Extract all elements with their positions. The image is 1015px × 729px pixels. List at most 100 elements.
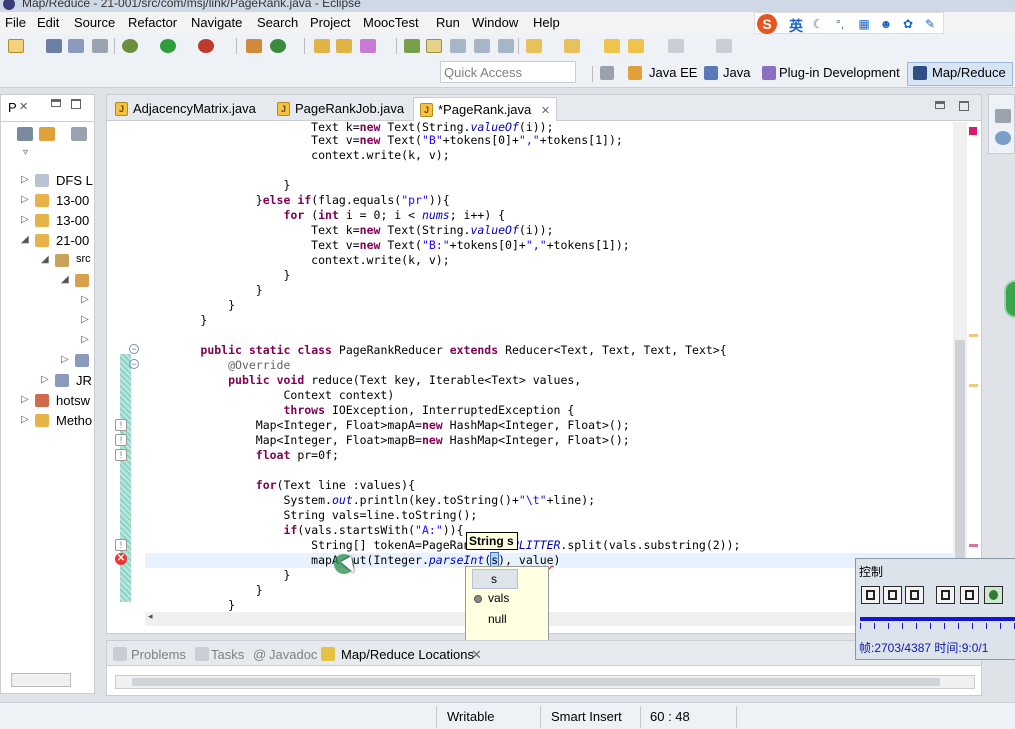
tab-pagerank-job[interactable]: J PageRankJob.java: [271, 97, 410, 121]
tree-item-project[interactable]: ▷ Metho: [1, 411, 94, 431]
chevron-right-icon[interactable]: ▷: [21, 214, 29, 225]
perspective-java-ee[interactable]: Java EE: [649, 65, 697, 80]
chevron-right-icon[interactable]: ▷: [81, 294, 89, 305]
menu-run[interactable]: Run: [436, 15, 460, 30]
menu-mooctest[interactable]: MoocTest: [363, 15, 419, 30]
toggle-breadcrumb-icon[interactable]: [404, 39, 420, 53]
tree-item-package[interactable]: ◢: [1, 271, 94, 291]
warning-icon[interactable]: !: [115, 449, 127, 461]
user-icon[interactable]: ☻: [879, 17, 893, 31]
external-tools-icon[interactable]: [198, 39, 214, 53]
perspective-java[interactable]: Java: [723, 65, 750, 80]
perspective-map-reduce[interactable]: Map/Reduce: [932, 65, 1006, 80]
chevron-right-icon[interactable]: ▷: [61, 354, 69, 365]
pin-editor-icon[interactable]: [716, 39, 732, 53]
run-icon[interactable]: [160, 39, 176, 53]
chevron-down-icon[interactable]: ◢: [41, 254, 49, 265]
maximize-icon[interactable]: [71, 99, 81, 109]
chevron-right-icon[interactable]: ▷: [21, 174, 29, 185]
fullscreen-button[interactable]: [960, 586, 979, 604]
tab-pagerank[interactable]: J *PageRank.java ✕: [413, 97, 558, 121]
tree-item-project[interactable]: ◢ 21-00: [1, 231, 94, 251]
open-resource-icon[interactable]: [336, 39, 352, 53]
tab-problems[interactable]: Problems: [131, 647, 186, 662]
warning-icon[interactable]: !: [115, 419, 127, 431]
next-annotation-icon[interactable]: [526, 39, 542, 53]
scrollbar-thumb[interactable]: [132, 678, 940, 686]
previous-annotation-icon[interactable]: [564, 39, 580, 53]
quick-access-input[interactable]: Quick Access: [440, 61, 576, 83]
menu-project[interactable]: Project: [310, 15, 350, 30]
tab-map-reduce-locations[interactable]: Map/Reduce Locations: [341, 647, 474, 662]
tree-item-project[interactable]: ▷ hotsw: [1, 391, 94, 411]
completion-item[interactable]: null: [466, 610, 548, 630]
punctuation-icon[interactable]: °,: [833, 17, 847, 31]
collapse-icon[interactable]: −: [129, 359, 139, 369]
print-icon[interactable]: [92, 39, 108, 53]
menu-refactor[interactable]: Refactor: [128, 15, 177, 30]
error-marker[interactable]: [969, 544, 978, 547]
wrench-icon[interactable]: ✎: [923, 17, 937, 31]
tree-item-dfs[interactable]: ▷ DFS L: [1, 171, 94, 191]
tree-item-jre[interactable]: ▷ JR: [1, 371, 94, 391]
open-type-icon[interactable]: [314, 39, 330, 53]
ime-mode[interactable]: 英: [789, 16, 803, 36]
chevron-down-icon[interactable]: ◢: [61, 274, 69, 285]
menu-edit[interactable]: Edit: [37, 15, 59, 30]
progress-bar[interactable]: [860, 617, 1015, 621]
record-button[interactable]: [984, 586, 1003, 604]
close-icon[interactable]: ✕: [541, 105, 550, 117]
chevron-right-icon[interactable]: ▷: [21, 414, 29, 425]
menu-source[interactable]: Source: [74, 15, 115, 30]
pause-button[interactable]: [861, 586, 880, 604]
menu-navigate[interactable]: Navigate: [191, 15, 242, 30]
vertical-scrollbar[interactable]: [953, 122, 967, 612]
maximize-icon[interactable]: [959, 101, 969, 111]
tree-item-file[interactable]: ▷: [1, 331, 94, 351]
tree-item-library[interactable]: ▷: [1, 351, 94, 371]
tree-item-project[interactable]: ▷ 13-00: [1, 191, 94, 211]
collapse-icon[interactable]: −: [129, 344, 139, 354]
block-selection-icon[interactable]: [450, 39, 466, 53]
chevron-right-icon[interactable]: ▷: [41, 374, 49, 385]
close-icon[interactable]: ✕: [471, 647, 482, 663]
completion-item[interactable]: vals: [466, 589, 548, 609]
chevron-right-icon[interactable]: ▷: [21, 394, 29, 405]
package-explorer-tab[interactable]: P: [8, 100, 17, 115]
floating-widget-icon[interactable]: [1004, 280, 1015, 318]
step-button[interactable]: [905, 586, 924, 604]
horizontal-scrollbar[interactable]: ◂: [145, 611, 953, 626]
view-menu-icon[interactable]: [71, 127, 87, 141]
chevron-down-icon[interactable]: ◢: [21, 234, 29, 245]
error-overview-icon[interactable]: [969, 127, 977, 135]
error-icon[interactable]: ✕: [115, 553, 127, 565]
moon-icon[interactable]: ☾: [811, 17, 825, 31]
back-icon[interactable]: [628, 39, 644, 53]
warning-icon[interactable]: !: [115, 434, 127, 446]
new-class-icon[interactable]: [270, 39, 286, 53]
collapse-all-icon[interactable]: [17, 127, 33, 141]
debug-icon[interactable]: [122, 39, 138, 53]
menu-search[interactable]: Search: [257, 15, 298, 30]
chevron-right-icon[interactable]: ▷: [21, 194, 29, 205]
stop-button[interactable]: [883, 586, 902, 604]
save-icon[interactable]: [46, 39, 62, 53]
new-java-package-icon[interactable]: [246, 39, 262, 53]
code-area[interactable]: Text k=new Text(String.valueOf(i)); Text…: [145, 122, 955, 612]
last-edit-icon[interactable]: [604, 39, 620, 53]
restore-icon[interactable]: [995, 109, 1011, 123]
open-perspective-icon[interactable]: [600, 66, 614, 80]
completion-item[interactable]: s: [472, 569, 518, 589]
link-with-editor-icon[interactable]: [39, 127, 55, 141]
menu-window[interactable]: Window: [472, 15, 518, 30]
tree-item-file[interactable]: ▷: [1, 291, 94, 311]
tree-item-file[interactable]: ▷: [1, 311, 94, 331]
perspective-plugin-development[interactable]: Plug-in Development: [779, 65, 900, 80]
menu-file[interactable]: File: [5, 15, 26, 30]
outline-icon[interactable]: [995, 131, 1011, 145]
chevron-right-icon[interactable]: ▷: [81, 334, 89, 345]
tab-javadoc[interactable]: Javadoc: [269, 647, 317, 662]
show-whitespace-icon[interactable]: [474, 39, 490, 53]
horizontal-scrollbar[interactable]: [115, 675, 975, 689]
warning-icon[interactable]: !: [115, 539, 127, 551]
